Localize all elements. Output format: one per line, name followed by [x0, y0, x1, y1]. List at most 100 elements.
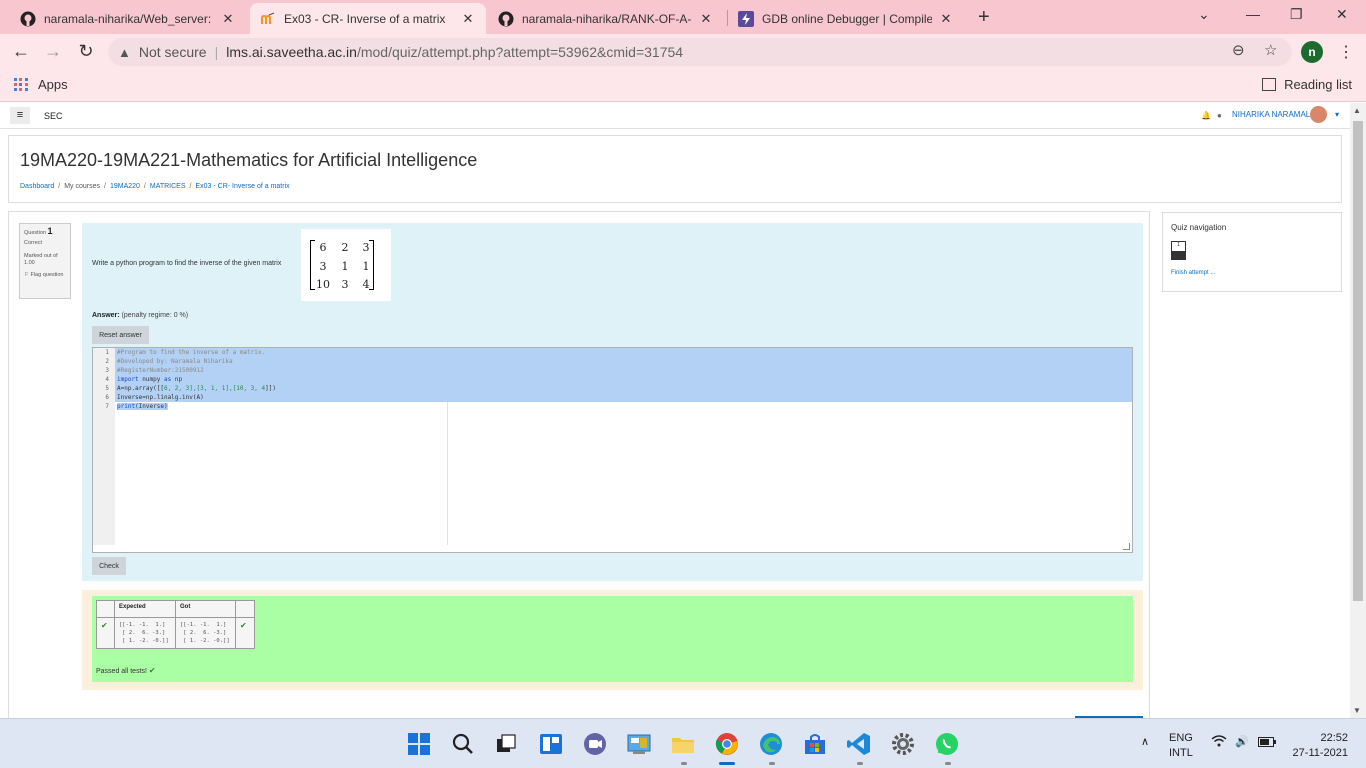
tab-search-icon[interactable]: ⌄	[1198, 6, 1210, 23]
apps-label: Apps	[38, 77, 68, 92]
reading-list-button[interactable]: Reading list	[1262, 77, 1352, 92]
apps-shortcut[interactable]: Apps	[14, 77, 68, 92]
matrix-cell: 4	[362, 278, 370, 291]
table-cell: [[-1. -1. 1.] [ 2. 6. -3.] [ 1. -2. -0.]…	[175, 617, 236, 649]
warning-icon[interactable]: ▲	[118, 45, 131, 60]
table-row: ✔ [[-1. -1. 1.] [ 2. 6. -3.] [ 1. -2. -0…	[96, 617, 255, 649]
resize-handle[interactable]	[1123, 543, 1130, 550]
control-panel-icon[interactable]	[627, 732, 651, 756]
page-title: 19MA220-19MA221-Mathematics for Artifici…	[20, 150, 478, 170]
scroll-down-icon[interactable]: ▼	[1353, 706, 1361, 715]
widgets-icon[interactable]	[539, 732, 563, 756]
tab-gdb-online[interactable]: GDB online Debugger | Compiler ✕	[728, 3, 964, 34]
course-header: 19MA220-19MA221-Mathematics for Artifici…	[8, 135, 1342, 203]
matrix-cell: 6	[319, 241, 327, 254]
messages-icon[interactable]: ●	[1217, 111, 1222, 120]
check-button[interactable]: Check	[92, 557, 126, 575]
task-view-icon[interactable]	[494, 732, 518, 756]
close-tab-icon[interactable]: ✕	[220, 11, 236, 27]
tab-inverse-matrix[interactable]: Ex03 - CR- Inverse of a matrix ✕	[250, 3, 486, 34]
tab-web-server[interactable]: naramala-niharika/Web_server: C ✕	[10, 3, 246, 34]
table-cell: ✔	[235, 617, 255, 649]
windows-start-icon[interactable]	[407, 732, 431, 756]
bookmarks-bar: Apps Reading list	[0, 70, 1366, 102]
address-bar[interactable]: ▲ Not secure | lms.ai.saveetha.ac.in/mod…	[108, 38, 1292, 66]
finish-attempt-link[interactable]: Finish attempt ...	[1171, 270, 1215, 276]
scrollbar-thumb[interactable]	[1353, 121, 1363, 601]
question-text: Write a python program to find the inver…	[92, 260, 282, 267]
code-line: Inverse=np.linalg.inv(A)	[117, 394, 204, 401]
volume-icon[interactable]: 🔊	[1235, 735, 1249, 748]
running-indicator	[719, 762, 735, 765]
wifi-icon[interactable]	[1211, 735, 1227, 750]
page-scrollbar[interactable]: ▲ ▼	[1350, 103, 1366, 718]
matrix-cell: 10	[316, 278, 330, 291]
bookmark-star-icon[interactable]: ☆	[1264, 41, 1277, 59]
answered-indicator	[1172, 251, 1185, 259]
reload-icon[interactable]: ↻	[75, 41, 97, 62]
tab-title: GDB online Debugger | Compiler	[762, 11, 932, 26]
back-arrow-icon[interactable]: ←	[10, 41, 32, 62]
battery-icon[interactable]	[1258, 737, 1276, 750]
language-indicator[interactable]: ENG INTL	[1169, 731, 1193, 761]
tab-title: Ex03 - CR- Inverse of a matrix	[284, 11, 446, 26]
security-label[interactable]: Not secure	[139, 44, 207, 60]
file-explorer-icon[interactable]	[671, 732, 695, 756]
code-line: A=np.array([[6, 2, 3],[3, 1, 1],[10, 3, …	[117, 385, 276, 392]
github-icon	[20, 11, 36, 26]
notification-bell-icon[interactable]: 🔔	[1201, 111, 1211, 120]
user-name[interactable]: NIHARIKA NARAMALA	[1232, 110, 1316, 119]
scroll-up-icon[interactable]: ▲	[1353, 106, 1361, 115]
minimize-icon[interactable]: —	[1246, 6, 1260, 22]
forward-arrow-icon[interactable]: →	[42, 41, 64, 62]
edge-icon[interactable]	[759, 732, 783, 756]
flag-question-link[interactable]: ⚐ Flag question	[24, 272, 66, 279]
flag-icon: ⚐	[24, 272, 29, 278]
matrix-cell: 3	[362, 241, 370, 254]
table-cell: ✔	[96, 617, 115, 649]
whatsapp-icon[interactable]	[935, 732, 959, 756]
table-cell: [[-1. -1. 1.] [ 2. 6. -3.] [ 1. -2. -0.]…	[114, 617, 176, 649]
quiz-nav-question-button[interactable]: 1	[1171, 241, 1186, 260]
zoom-icon[interactable]: ⊖	[1232, 41, 1245, 59]
user-menu-caret-icon[interactable]: ▾	[1335, 110, 1339, 119]
clock[interactable]: 22:52 27-11-2021	[1290, 731, 1348, 761]
chrome-icon[interactable]	[715, 732, 739, 756]
code-selection-highlight	[115, 348, 1132, 402]
expected-header: Expected	[114, 600, 176, 618]
breadcrumb-dashboard[interactable]: Dashboard	[20, 183, 54, 190]
breadcrumb-quiz[interactable]: Ex03 - CR- Inverse of a matrix	[195, 183, 289, 190]
question-number: 1	[47, 226, 53, 236]
question-info-box: Question 1 Correct Marked out of 1.00 ⚐ …	[19, 223, 71, 299]
user-avatar[interactable]	[1310, 106, 1327, 123]
line-number: 3	[105, 367, 109, 374]
settings-gear-icon[interactable]	[891, 732, 915, 756]
hamburger-menu-icon[interactable]: ≡	[10, 107, 30, 124]
breadcrumb-section[interactable]: MATRICES	[150, 183, 186, 190]
new-tab-button[interactable]: +	[978, 6, 990, 29]
close-tab-icon[interactable]: ✕	[938, 11, 954, 27]
url-divider: |	[214, 44, 219, 60]
microsoft-store-icon[interactable]	[803, 732, 827, 756]
check-mark-icon: ✔	[240, 621, 247, 630]
line-number: 2	[105, 358, 109, 365]
moodle-navbar: ≡ SEC 🔔 ● NIHARIKA NARAMALA ▾	[0, 103, 1350, 129]
browser-menu-icon[interactable]: ⋮	[1338, 42, 1354, 62]
tab-rank-of-matrix[interactable]: naramala-niharika/RANK-OF-A-M ✕	[488, 3, 724, 34]
site-name[interactable]: SEC	[44, 111, 63, 121]
moodle-icon	[261, 11, 275, 24]
marks-value: 1.00	[24, 260, 35, 266]
close-window-icon[interactable]: ✕	[1336, 6, 1348, 23]
browser-tab-strip: naramala-niharika/Web_server: C ✕ Ex03 -…	[0, 0, 1366, 34]
close-tab-icon[interactable]: ✕	[460, 11, 476, 27]
restore-icon[interactable]: ❐	[1290, 6, 1303, 23]
teams-chat-icon[interactable]	[583, 732, 607, 756]
reset-answer-button[interactable]: Reset answer	[92, 326, 149, 344]
code-editor[interactable]: 1 2 3 4 5 6 7 #Program to find the inver…	[92, 347, 1133, 553]
breadcrumb-course[interactable]: 19MA220	[110, 183, 140, 190]
search-icon[interactable]	[451, 732, 475, 756]
close-tab-icon[interactable]: ✕	[698, 11, 714, 27]
vscode-icon[interactable]	[847, 732, 871, 756]
show-hidden-icons-chevron-icon[interactable]: ∧	[1141, 735, 1149, 748]
profile-avatar[interactable]: n	[1301, 41, 1323, 63]
